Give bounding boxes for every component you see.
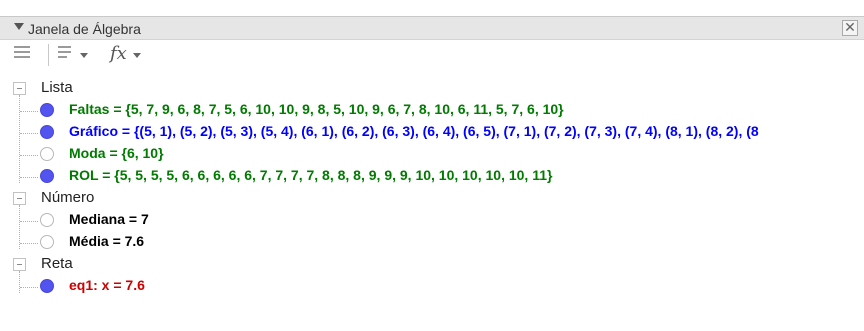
object-definition[interactable]: ROL = {5, 5, 5, 5, 6, 6, 6, 6, 6, 7, 7, … bbox=[69, 167, 552, 183]
tree-branch bbox=[20, 221, 38, 222]
visibility-toggle[interactable] bbox=[40, 147, 54, 161]
category-label: Lista bbox=[41, 79, 73, 96]
tree-branch bbox=[20, 287, 38, 288]
fx-icon[interactable]: fx bbox=[110, 43, 127, 64]
fx-chevron-down-icon[interactable] bbox=[133, 53, 141, 58]
tree-item-moda[interactable]: Moda = {6, 10} bbox=[0, 144, 864, 166]
visibility-toggle[interactable] bbox=[40, 125, 54, 139]
auxiliary-objects-icon[interactable] bbox=[14, 46, 30, 60]
collapse-triangle-icon[interactable] bbox=[14, 23, 24, 30]
object-definition[interactable]: Mediana = 7 bbox=[69, 211, 149, 227]
algebra-view: Janela de Álgebra ✕ fx Lista Faltas = {5… bbox=[0, 0, 864, 331]
visibility-toggle[interactable] bbox=[40, 169, 54, 183]
sort-chevron-down-icon[interactable] bbox=[80, 53, 88, 58]
category-numero[interactable]: Número bbox=[0, 188, 864, 210]
visibility-toggle[interactable] bbox=[40, 279, 54, 293]
object-definition[interactable]: Moda = {6, 10} bbox=[69, 145, 164, 161]
collapse-minus-icon[interactable] bbox=[13, 82, 26, 95]
close-icon[interactable]: ✕ bbox=[842, 20, 858, 36]
category-label: Número bbox=[41, 189, 95, 206]
tree-item-faltas[interactable]: Faltas = {5, 7, 9, 6, 8, 7, 5, 6, 10, 10… bbox=[0, 100, 864, 122]
visibility-toggle[interactable] bbox=[40, 235, 54, 249]
toolbar-separator bbox=[48, 44, 49, 66]
category-lista[interactable]: Lista bbox=[0, 78, 864, 100]
object-definition[interactable]: Média = 7.6 bbox=[69, 233, 144, 249]
algebra-view-titlebar[interactable]: Janela de Álgebra ✕ bbox=[0, 16, 864, 40]
tree-item-grafico[interactable]: Gráfico = {(5, 1), (5, 2), (5, 3), (5, 4… bbox=[0, 122, 864, 144]
visibility-toggle[interactable] bbox=[40, 103, 54, 117]
collapse-minus-icon[interactable] bbox=[13, 258, 26, 271]
tree-item-mediana[interactable]: Mediana = 7 bbox=[0, 210, 864, 232]
collapse-minus-icon[interactable] bbox=[13, 192, 26, 205]
tree-item-rol[interactable]: ROL = {5, 5, 5, 5, 6, 6, 6, 6, 6, 7, 7, … bbox=[0, 166, 864, 188]
tree-branch bbox=[20, 155, 38, 156]
algebra-toolbar: fx bbox=[0, 40, 864, 70]
tree-branch bbox=[20, 177, 38, 178]
tree-item-eq1[interactable]: eq1: x = 7.6 bbox=[0, 276, 864, 298]
tree-branch bbox=[20, 133, 38, 134]
tree-branch bbox=[20, 111, 38, 112]
window-title: Janela de Álgebra bbox=[28, 21, 141, 37]
object-definition[interactable]: Faltas = {5, 7, 9, 6, 8, 7, 5, 6, 10, 10… bbox=[69, 101, 564, 117]
tree-item-media[interactable]: Média = 7.6 bbox=[0, 232, 864, 254]
object-definition[interactable]: Gráfico = {(5, 1), (5, 2), (5, 3), (5, 4… bbox=[69, 123, 759, 139]
object-definition[interactable]: eq1: x = 7.6 bbox=[69, 277, 145, 293]
category-label: Reta bbox=[41, 255, 73, 272]
category-reta[interactable]: Reta bbox=[0, 254, 864, 276]
visibility-toggle[interactable] bbox=[40, 213, 54, 227]
tree-branch bbox=[20, 243, 38, 244]
sort-icon[interactable] bbox=[58, 46, 71, 60]
